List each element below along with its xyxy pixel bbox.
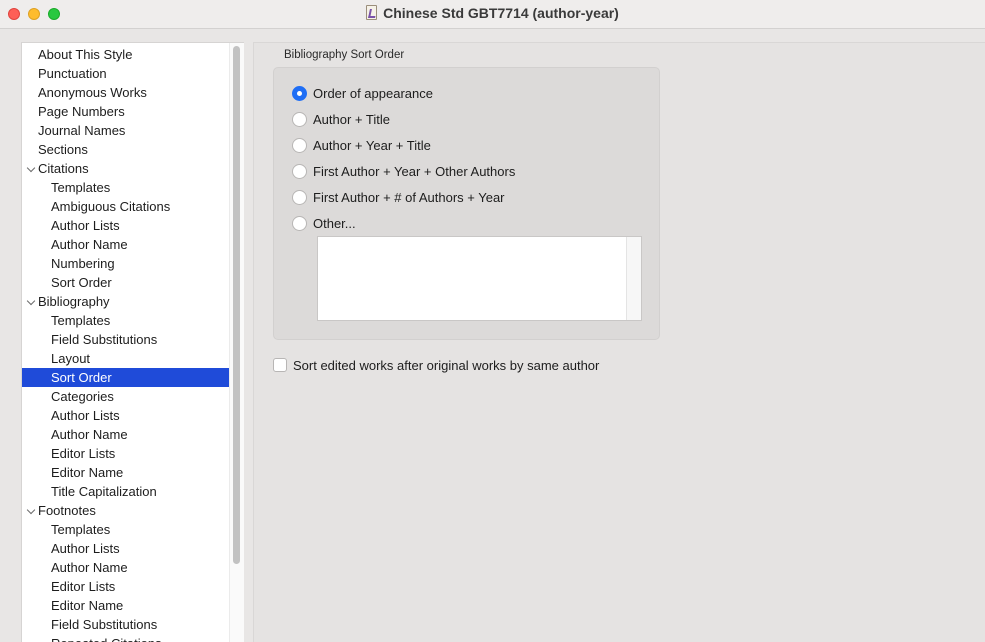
sidebar-item-editor-lists[interactable]: Editor Lists [22,444,230,463]
sidebar-item-label: Bibliography [38,294,110,309]
style-sections-tree[interactable]: About This Style Punctuation Anonymous Wor… [21,42,244,642]
sidebar-item-editor-name[interactable]: Editor Name [22,463,230,482]
sidebar-item-editor-lists[interactable]: Editor Lists [22,577,230,596]
sidebar-item-templates[interactable]: Templates [22,178,230,197]
window-title-wrap: Chinese Std GBT7714 (author-year) [0,5,985,21]
sidebar-item-author-name[interactable]: Author Name [22,558,230,577]
sidebar-item-label: Templates [51,180,111,195]
sidebar-item-label: Author Name [51,427,128,442]
radio-button[interactable] [292,112,307,127]
window-title: Chinese Std GBT7714 (author-year) [383,5,619,21]
sidebar-item-label: Layout [51,351,91,366]
disclosure-chevron-icon[interactable] [26,296,36,306]
sidebar-item-punctuation[interactable]: Punctuation [22,64,230,83]
edited-works-checkbox-label: Sort edited works after original works b… [293,358,600,373]
sidebar-item-author-name[interactable]: Author Name [22,425,230,444]
sidebar-item-label: Author Name [51,560,128,575]
sidebar-item-author-lists[interactable]: Author Lists [22,216,230,235]
radio-label: Order of appearance [313,86,433,101]
sidebar-item-label: Title Capitalization [51,484,157,499]
sidebar-item-field-substitutions[interactable]: Field Substitutions [22,330,230,349]
sidebar-item-templates[interactable]: Templates [22,311,230,330]
sidebar-item-bibliography[interactable]: Bibliography [22,292,230,311]
sidebar-item-label: Author Lists [51,218,120,233]
sidebar-item-about-this-style[interactable]: About This Style [22,45,230,64]
sidebar-item-footnotes[interactable]: Footnotes [22,501,230,520]
radio-button[interactable] [292,190,307,205]
sidebar-item-label: Punctuation [38,66,107,81]
sidebar-item-label: Journal Names [38,123,126,138]
sidebar-item-categories[interactable]: Categories [22,387,230,406]
sidebar-item-page-numbers[interactable]: Page Numbers [22,102,230,121]
sidebar-item-label: Numbering [51,256,115,271]
title-bar: Chinese Std GBT7714 (author-year) [0,0,985,29]
sidebar-item-label: About This Style [38,47,133,62]
sidebar-item-anonymous-works[interactable]: Anonymous Works [22,83,230,102]
sort-order-group-label: Bibliography Sort Order [284,49,405,61]
radio-button[interactable] [292,86,307,101]
sidebar-item-label: Footnotes [38,503,96,518]
sidebar-item-repeated-citations[interactable]: Repeated Citations [22,634,230,642]
sidebar-item-label: Anonymous Works [38,85,147,100]
sidebar-item-label: Field Substitutions [51,617,158,632]
sidebar-item-numbering[interactable]: Numbering [22,254,230,273]
sidebar-item-field-substitutions[interactable]: Field Substitutions [22,615,230,634]
sidebar-item-label: Sections [38,142,88,157]
sidebar-item-sort-order[interactable]: Sort Order [22,273,230,292]
radio-label: Author + Year + Title [313,138,431,153]
sidebar-item-sections[interactable]: Sections [22,140,230,159]
sidebar-item-label: Editor Name [51,598,124,613]
radio-label: Other... [313,216,356,231]
sidebar-item-label: Templates [51,313,111,328]
sidebar-item-label: Templates [51,522,111,537]
sidebar-item-label: Citations [38,161,89,176]
radio-label: First Author + Year + Other Authors [313,164,516,179]
sidebar-scrollbar-thumb[interactable] [233,46,240,564]
other-sort-field[interactable] [317,236,642,321]
other-sort-field-scrollbar[interactable] [626,237,641,320]
sidebar-item-label: Sort Order [51,370,112,385]
radio-label: First Author + # of Authors + Year [313,190,505,205]
sidebar-item-author-lists[interactable]: Author Lists [22,406,230,425]
sidebar-item-templates[interactable]: Templates [22,520,230,539]
sidebar-item-sort-order[interactable]: Sort Order [22,368,230,387]
sidebar-item-label: Author Lists [51,408,120,423]
sidebar-item-label: Editor Name [51,465,124,480]
sidebar-item-ambiguous-citations[interactable]: Ambiguous Citations [22,197,230,216]
sidebar-item-label: Editor Lists [51,579,116,594]
style-document-icon [366,5,378,20]
sidebar-item-label: Repeated Citations [51,636,162,642]
sidebar-item-label: Sort Order [51,275,112,290]
sidebar-item-label: Ambiguous Citations [51,199,171,214]
sidebar-item-label: Page Numbers [38,104,125,119]
radio-button[interactable] [292,138,307,153]
disclosure-chevron-icon[interactable] [26,163,36,173]
radio-label: Author + Title [313,112,390,127]
radio-button[interactable] [292,164,307,179]
sidebar-item-author-lists[interactable]: Author Lists [22,539,230,558]
sidebar-item-label: Editor Lists [51,446,116,461]
sidebar-item-journal-names[interactable]: Journal Names [22,121,230,140]
sidebar-item-label: Categories [51,389,114,404]
sidebar-item-citations[interactable]: Citations [22,159,230,178]
sidebar-item-title-capitalization[interactable]: Title Capitalization [22,482,230,501]
sidebar-item-editor-name[interactable]: Editor Name [22,596,230,615]
sidebar-item-label: Field Substitutions [51,332,158,347]
disclosure-chevron-icon[interactable] [26,505,36,515]
edited-works-checkbox[interactable] [273,358,287,372]
sidebar-item-layout[interactable]: Layout [22,349,230,368]
sidebar-item-label: Author Lists [51,541,120,556]
radio-button[interactable] [292,216,307,231]
sidebar-item-label: Author Name [51,237,128,252]
sidebar-item-author-name[interactable]: Author Name [22,235,230,254]
